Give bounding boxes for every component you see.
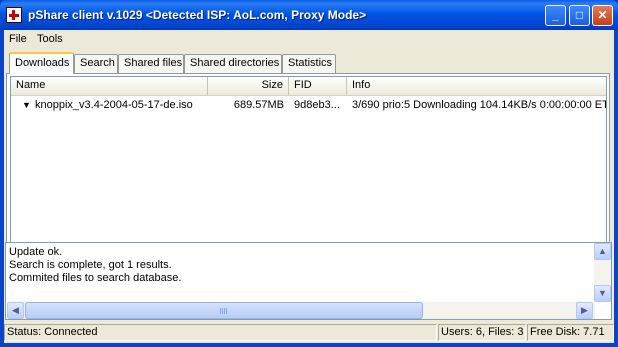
- minimize-button[interactable]: _: [545, 5, 566, 26]
- maximize-icon: □: [575, 8, 584, 22]
- download-info: 3/690 prio:5 Downloading 104.14KB/s 0:00…: [352, 99, 606, 111]
- close-icon: ✕: [597, 8, 608, 22]
- download-size: 689.57MB: [233, 99, 284, 111]
- close-button[interactable]: ✕: [592, 5, 613, 26]
- scroll-down-icon[interactable]: ▼: [594, 285, 611, 302]
- download-row[interactable]: ▼ knoppix_v3.4-2004-05-17-de.iso 689.57M…: [11, 97, 606, 114]
- column-size[interactable]: Size: [208, 77, 289, 95]
- minimize-icon: _: [552, 8, 559, 22]
- client-area: File Tools Downloads Search Shared files…: [4, 30, 614, 343]
- menu-tools[interactable]: Tools: [37, 33, 63, 45]
- app-window: pShare client v.1029 <Detected ISP: AoL.…: [0, 0, 618, 347]
- status-counts: Users: 6, Files: 3: [438, 324, 526, 341]
- list-header: Name Size FID Info: [11, 77, 606, 96]
- column-name[interactable]: Name: [11, 77, 208, 95]
- tab-shared-directories[interactable]: Shared directories: [184, 54, 282, 73]
- column-info[interactable]: Info: [347, 77, 606, 95]
- status-bar: Status: Connected Users: 6, Files: 3 Fre…: [4, 323, 614, 342]
- downloads-list[interactable]: Name Size FID Info ▼ knoppix_v3.4-2004-0…: [10, 76, 607, 264]
- download-name: knoppix_v3.4-2004-05-17-de.iso: [35, 99, 193, 111]
- tab-downloads[interactable]: Downloads: [9, 52, 74, 74]
- log-horizontal-scrollbar[interactable]: ◀ ▶: [7, 302, 595, 319]
- scroll-right-icon[interactable]: ▶: [576, 302, 593, 319]
- scroll-thumb[interactable]: [25, 302, 423, 319]
- tab-statistics[interactable]: Statistics: [282, 54, 336, 73]
- status-free-disk: Free Disk: 7.71: [527, 324, 614, 341]
- scroll-up-icon[interactable]: ▲: [594, 243, 611, 260]
- downloads-panel: Name Size FID Info ▼ knoppix_v3.4-2004-0…: [6, 73, 610, 268]
- scroll-left-icon[interactable]: ◀: [7, 302, 24, 319]
- title-bar[interactable]: pShare client v.1029 <Detected ISP: AoL.…: [0, 0, 618, 30]
- tab-search[interactable]: Search: [74, 54, 118, 73]
- download-fid: 9d8eb3...: [294, 99, 340, 111]
- expand-arrow-icon[interactable]: ▼: [22, 100, 31, 110]
- menu-bar: File Tools: [4, 30, 614, 49]
- window-title: pShare client v.1029 <Detected ISP: AoL.…: [28, 8, 367, 22]
- log-vertical-scrollbar[interactable]: ▲ ▼: [594, 243, 611, 302]
- app-icon: [6, 7, 22, 23]
- menu-file[interactable]: File: [9, 33, 27, 45]
- log-line: Update ok.: [9, 246, 63, 258]
- status-connection: Status: Connected: [4, 324, 437, 341]
- column-fid[interactable]: FID: [289, 77, 347, 95]
- log-panel[interactable]: Update ok. Search is complete, got 1 res…: [5, 242, 612, 320]
- tab-shared-files[interactable]: Shared files: [118, 54, 184, 73]
- tab-strip: Downloads Search Shared files Shared dir…: [4, 52, 614, 74]
- log-line: Commited files to search database.: [9, 272, 182, 284]
- log-line: Search is complete, got 1 results.: [9, 259, 172, 271]
- maximize-button[interactable]: □: [569, 5, 590, 26]
